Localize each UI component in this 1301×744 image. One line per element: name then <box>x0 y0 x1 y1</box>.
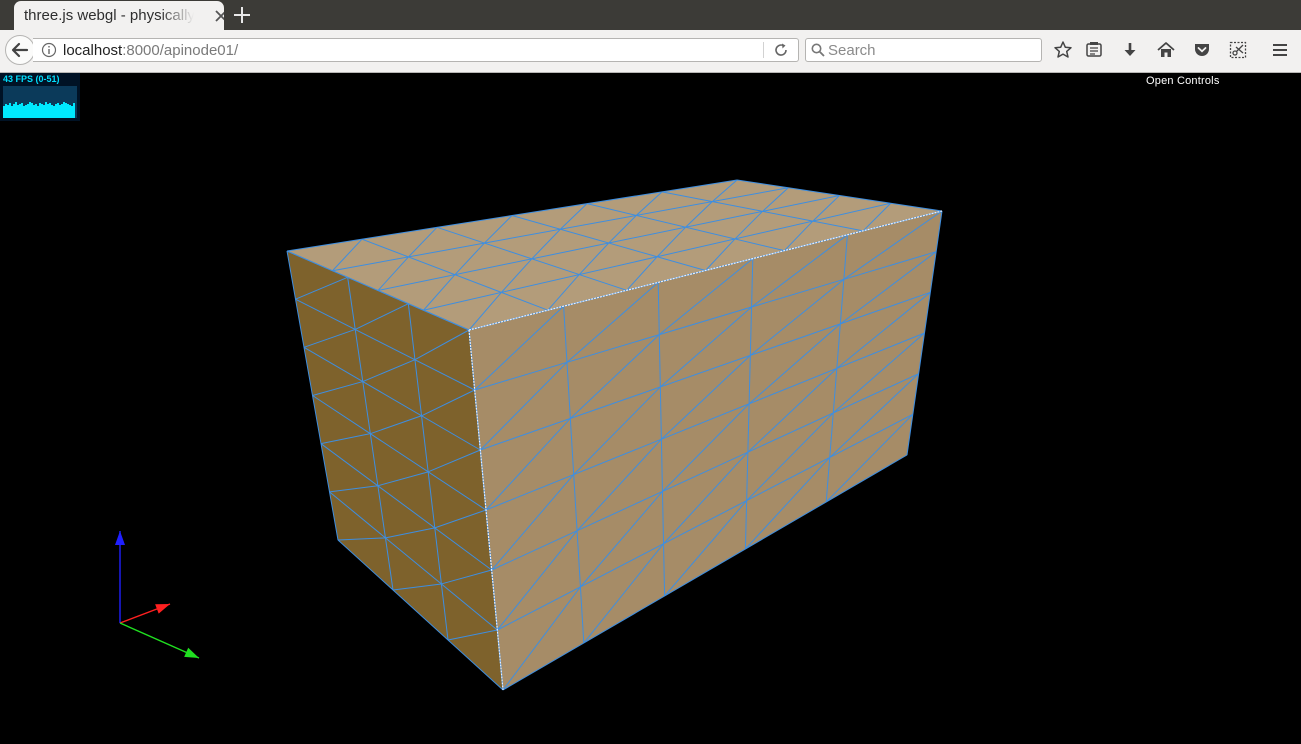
fps-bar <box>3 106 5 118</box>
fps-bar <box>5 104 7 118</box>
fps-bar <box>21 103 23 118</box>
fps-bar <box>43 105 45 118</box>
fps-bar <box>51 105 53 118</box>
screenshot-icon[interactable] <box>1228 40 1248 60</box>
fps-bar <box>53 106 55 118</box>
box-mesh <box>286 179 943 691</box>
axis-arrowhead <box>155 604 170 614</box>
fps-bar <box>15 102 17 118</box>
tab-title: three.js webgl - physically based <box>24 7 194 24</box>
open-controls-button[interactable]: Open Controls <box>1146 75 1220 87</box>
url-text: localhost:8000/apinode01/ <box>63 42 238 59</box>
reading-list-icon[interactable] <box>1084 40 1104 60</box>
axis-arrowhead <box>115 531 125 545</box>
navigation-toolbar: localhost:8000/apinode01/ <box>0 30 1301 73</box>
fps-bar <box>59 105 61 118</box>
fps-bar <box>39 103 41 118</box>
url-host: localhost <box>63 42 123 59</box>
fps-bar <box>65 103 67 118</box>
fps-label: 43 FPS (0-51) <box>3 74 60 84</box>
axis-z-blue <box>115 531 125 623</box>
fps-bar <box>9 103 11 118</box>
close-icon[interactable] <box>212 7 224 25</box>
menu-icon[interactable] <box>1270 40 1290 60</box>
fps-bar <box>27 104 29 118</box>
plus-icon[interactable] <box>232 5 252 25</box>
fps-bar <box>67 104 69 118</box>
tab-active[interactable]: three.js webgl - physically based <box>14 1 224 30</box>
axis-arrowhead <box>184 647 199 658</box>
fps-bar <box>29 102 31 118</box>
fps-bar <box>37 106 39 118</box>
info-icon[interactable] <box>41 42 57 58</box>
fps-bar <box>25 105 27 118</box>
pocket-icon[interactable] <box>1192 40 1212 60</box>
fps-bar <box>19 104 21 118</box>
fps-bar <box>31 103 33 118</box>
fps-graph <box>3 86 77 118</box>
fps-bar <box>11 106 13 118</box>
tab-strip: three.js webgl - physically based <box>0 0 1301 30</box>
download-icon[interactable] <box>1120 40 1140 60</box>
home-icon[interactable] <box>1156 40 1176 60</box>
fps-bar <box>45 102 47 118</box>
search-bar[interactable] <box>805 38 1042 62</box>
scene-render <box>115 179 943 691</box>
fps-bar <box>17 105 19 118</box>
axes-helper <box>115 531 200 659</box>
fps-bar <box>23 106 25 118</box>
fps-bar <box>49 103 51 118</box>
fps-bar <box>35 104 37 118</box>
fps-bar <box>55 104 57 118</box>
fps-bar <box>61 104 63 118</box>
back-button[interactable] <box>5 35 35 65</box>
fps-stats-panel[interactable]: 43 FPS (0-51) <box>0 73 80 121</box>
reload-icon[interactable] <box>773 42 789 58</box>
webgl-canvas[interactable]: 43 FPS (0-51) Open Controls <box>0 73 1301 744</box>
axis-x-red <box>119 603 171 624</box>
fps-bar <box>69 105 71 118</box>
search-icon <box>811 43 825 57</box>
bookmark-star-icon[interactable] <box>1053 40 1073 60</box>
search-input[interactable] <box>828 40 1033 60</box>
fps-bar <box>57 103 59 118</box>
address-bar[interactable]: localhost:8000/apinode01/ <box>33 38 799 62</box>
back-arrow-icon <box>11 42 29 58</box>
fps-bar <box>7 105 9 118</box>
fps-bar <box>47 104 49 118</box>
fps-bar <box>63 102 65 118</box>
fps-bar <box>73 103 75 118</box>
fps-bar <box>71 106 73 118</box>
fps-bar <box>13 104 15 118</box>
fps-bar <box>33 105 35 118</box>
axis-y-green <box>119 622 200 659</box>
separator <box>763 42 764 58</box>
fps-bar <box>41 104 43 118</box>
url-path: :8000/apinode01/ <box>122 42 239 59</box>
